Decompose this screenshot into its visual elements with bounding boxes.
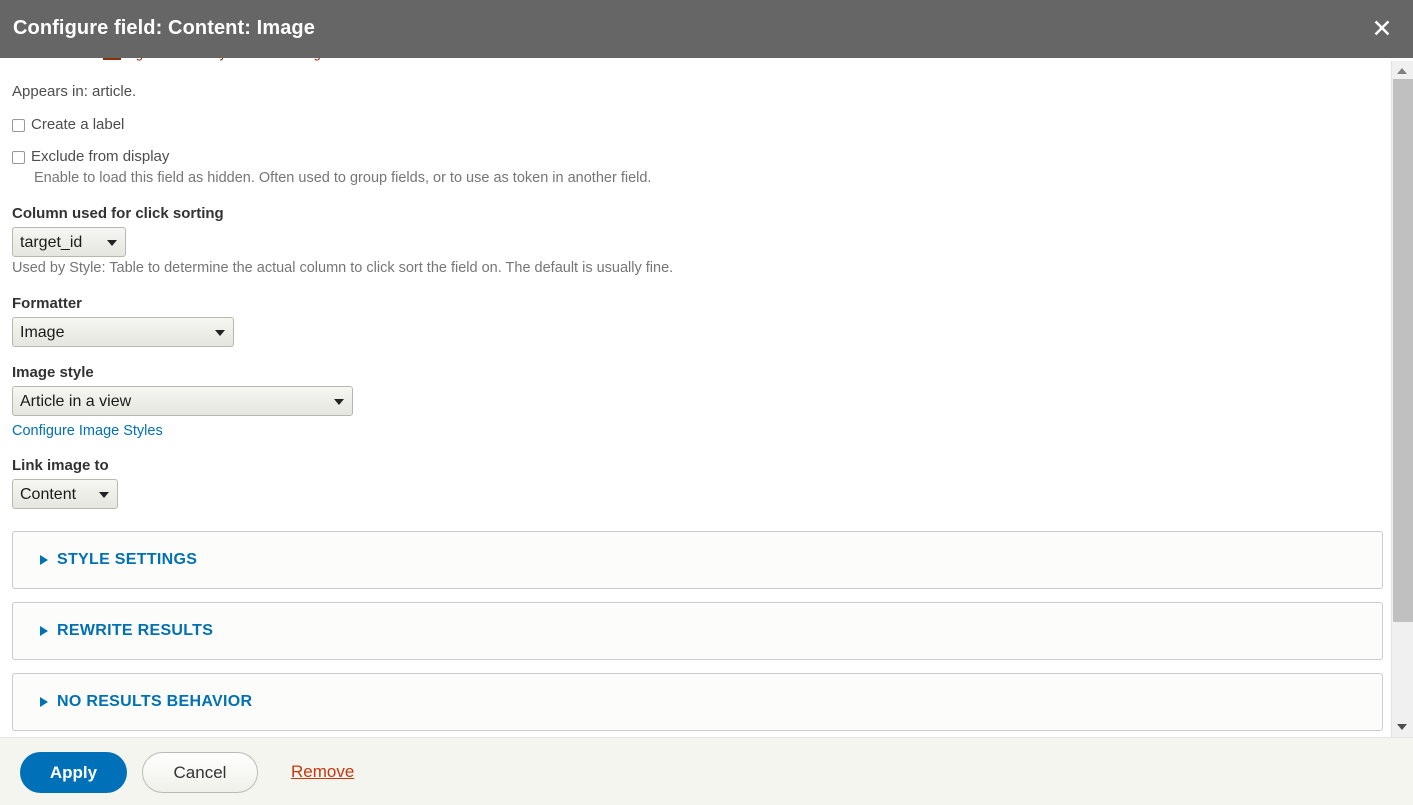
triangle-down-icon (1397, 724, 1407, 730)
click-sorting-field-group: Column used for click sorting target_id … (12, 205, 1377, 278)
formatter-label: Formatter (12, 295, 83, 312)
formatter-field-group: Formatter Image (12, 295, 1377, 347)
scrollbar-thumb[interactable] (1393, 79, 1413, 622)
details-style-settings[interactable]: STYLE SETTINGS (12, 531, 1383, 589)
details-rewrite-results-summary[interactable]: REWRITE RESULTS (13, 603, 1382, 659)
appears-in-text: Appears in: article. (12, 83, 137, 100)
exclude-from-display-checkbox[interactable] (12, 151, 25, 164)
create-label-label[interactable]: Create a label (31, 115, 124, 135)
link-image-to-select[interactable]: Content (12, 479, 118, 509)
click-sorting-label: Column used for click sorting (12, 205, 224, 222)
image-style-field-group: Image style Article in a view Configure … (12, 364, 1377, 440)
modal-footer: Apply Cancel Remove (0, 737, 1413, 805)
exclude-from-display-description: Enable to load this field as hidden. Oft… (34, 170, 652, 186)
create-label-checkbox[interactable] (12, 119, 25, 132)
image-style-select-wrap: Article in a view (12, 386, 353, 416)
link-image-to-field-group: Link image to Content (12, 457, 1377, 509)
details-no-results-behavior-title: NO RESULTS BEHAVIOR (57, 693, 253, 710)
modal-body: Appears in: article. Create a label Excl… (0, 61, 1389, 737)
details-style-settings-summary[interactable]: STYLE SETTINGS (13, 532, 1382, 588)
apply-button[interactable]: Apply (20, 752, 127, 793)
exclude-from-display-row: Exclude from display (12, 147, 1377, 167)
page-title: Configure field: Content: Image (13, 17, 315, 39)
configure-image-styles-link[interactable]: Configure Image Styles (12, 423, 163, 439)
create-label-row: Create a label (12, 115, 1377, 135)
image-style-select[interactable]: Article in a view (12, 386, 353, 416)
chevron-right-icon (40, 697, 48, 707)
close-icon: ✕ (1371, 14, 1393, 43)
formatter-select-wrap: Image (12, 317, 234, 347)
triangle-up-icon (1397, 68, 1407, 74)
details-rewrite-results-title: REWRITE RESULTS (57, 622, 214, 639)
modal-header: Configure field: Content: Image ✕ (0, 0, 1413, 58)
exclude-from-display-label[interactable]: Exclude from display (31, 147, 169, 167)
image-style-label: Image style (12, 364, 94, 381)
click-sorting-select-wrap: target_id (12, 227, 126, 257)
scroll-up-button[interactable] (1392, 62, 1413, 79)
chevron-right-icon (40, 555, 48, 565)
chevron-right-icon (40, 626, 48, 636)
vertical-scrollbar[interactable] (1391, 61, 1413, 737)
configure-field-modal: Configure field: Content: Image ✕ Warnin… (0, 0, 1413, 805)
link-image-to-select-wrap: Content (12, 479, 118, 509)
details-rewrite-results[interactable]: REWRITE RESULTS (12, 602, 1383, 660)
link-image-to-label: Link image to (12, 457, 109, 474)
formatter-select[interactable]: Image (12, 317, 234, 347)
click-sorting-select[interactable]: target_id (12, 227, 126, 257)
details-no-results-behavior[interactable]: NO RESULTS BEHAVIOR (12, 673, 1383, 731)
scroll-down-button[interactable] (1392, 718, 1413, 735)
click-sorting-description: Used by Style: Table to determine the ac… (12, 260, 674, 276)
cancel-button[interactable]: Cancel (142, 752, 258, 793)
details-no-results-behavior-summary[interactable]: NO RESULTS BEHAVIOR (13, 674, 1382, 730)
details-style-settings-title: STYLE SETTINGS (57, 551, 198, 568)
close-button[interactable]: ✕ (1365, 13, 1399, 45)
remove-link[interactable]: Remove (291, 762, 354, 782)
